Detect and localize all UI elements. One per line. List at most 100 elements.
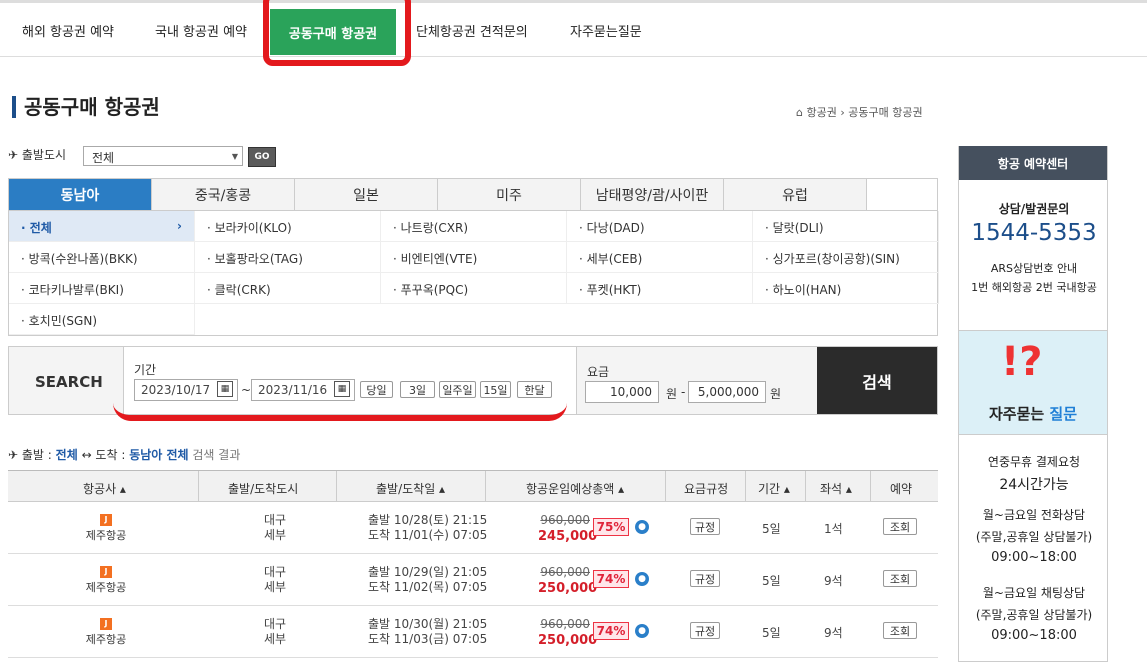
city-item[interactable]: · 비엔티엔(VTE) [381, 242, 567, 273]
breadcrumb-item[interactable]: 항공권 [806, 106, 836, 119]
rules-button[interactable]: 규정 [690, 622, 720, 639]
calendar-icon[interactable]: ▦ [334, 381, 350, 397]
airline-cell: J 제주항공 [80, 564, 132, 595]
col-fare[interactable]: 항공운임예상총액 ▴ [526, 480, 624, 497]
rules-button[interactable]: 규정 [690, 570, 720, 587]
col-seats[interactable]: 좌석 ▴ [820, 480, 852, 497]
nav-overseas[interactable]: 해외 항공권 예약 [22, 21, 114, 40]
payment-label: 연중무휴 결제요청 [987, 455, 1081, 469]
city-item[interactable]: · 하노이(HAN) [753, 273, 939, 304]
nav-faq[interactable]: 자주묻는질문 [570, 21, 642, 40]
period-3days-button[interactable]: 3일 [400, 381, 435, 398]
city-item[interactable]: · 푸꾸옥(PQC) [381, 273, 567, 304]
tab-south-pacific[interactable]: 남태평양/괌/사이판 [581, 179, 724, 210]
tab-europe[interactable]: 유럽 [724, 179, 867, 210]
chat-consult-note: (주말,공휴일 상담불가) [975, 608, 1093, 622]
faq-banner[interactable]: !? 자주묻는 질문 [959, 330, 1107, 435]
book-button[interactable]: 조회 [883, 570, 917, 587]
seats-cell: 1석 [824, 522, 843, 536]
fare-min-input[interactable]: 10,000 [585, 381, 659, 403]
airline-cell: J 제주항공 [80, 512, 132, 543]
discount-fare: 250,000 [538, 633, 598, 648]
period-week-button[interactable]: 일주일 [439, 381, 476, 398]
search-icon[interactable]: ● [635, 520, 649, 534]
top-nav: 해외 항공권 예약 국내 항공권 예약 공동구매 항공권 단체항공권 견적문의 … [0, 0, 1147, 57]
col-airline[interactable]: 항공사 ▴ [83, 480, 126, 497]
book-button[interactable]: 조회 [883, 622, 917, 639]
departure-select[interactable]: 전체 ▼ [83, 146, 243, 166]
city-item[interactable]: · 호치민(SGN) [9, 304, 195, 335]
col-period[interactable]: 기간 ▴ [758, 480, 790, 497]
tab-japan[interactable]: 일본 [295, 179, 438, 210]
dep-datetime: 출발 10/29(일) 21:05 [368, 565, 488, 579]
search-icon[interactable]: ● [635, 572, 649, 586]
discount-badge: 74% [593, 622, 629, 640]
city-item[interactable]: · 싱가포르(창이공항)(SIN) [753, 242, 939, 273]
city-cell: 대구 세부 [264, 617, 286, 647]
breadcrumb-item[interactable]: 공동구매 항공권 [848, 106, 922, 119]
city-item[interactable]: · 세부(CEB) [567, 242, 753, 273]
column-divider [870, 471, 871, 502]
airline-name: 제주항공 [85, 633, 127, 646]
ars-detail: 1번 해외항공 2번 국내항공 [971, 281, 1097, 294]
red-highlight-mark [263, 0, 411, 66]
period-month-button[interactable]: 한달 [517, 381, 552, 398]
col-booking: 예약 [890, 482, 913, 496]
nav-domestic[interactable]: 국내 항공권 예약 [155, 21, 247, 40]
arr-city: 세부 [264, 528, 287, 542]
won-label: 원 [666, 387, 678, 401]
city-item[interactable]: · 나트랑(CXR) [381, 211, 567, 242]
tab-china-hongkong[interactable]: 중국/홍콩 [152, 179, 295, 210]
calendar-icon[interactable]: ▦ [217, 381, 233, 397]
departure-value: 전체 [92, 151, 115, 165]
phone-number[interactable]: 1544-5353 [959, 220, 1109, 246]
period-15days-button[interactable]: 15일 [480, 381, 511, 398]
airline-name: 제주항공 [85, 529, 127, 542]
side-panel-title: 항공 예약센터 [959, 146, 1107, 180]
col-dates[interactable]: 출발/도착일 ▴ [376, 480, 445, 497]
table-row: J 제주항공 대구 세부 출발 10/28(토) 21:15 도착 11/01(수) … [8, 502, 938, 554]
question-mark-icon: !? [1001, 339, 1043, 385]
faq-suffix: 질문 [1049, 405, 1078, 423]
go-button[interactable]: GO [248, 147, 276, 167]
city-item[interactable]: · 보홀팡라오(TAG) [195, 242, 381, 273]
book-button[interactable]: 조회 [883, 518, 917, 535]
chevron-down-icon: ▼ [231, 152, 238, 161]
date-tilde: ~ [241, 383, 252, 397]
tab-america[interactable]: 미주 [438, 179, 581, 210]
period-today-button[interactable]: 당일 [360, 381, 393, 398]
jeju-air-logo-icon: J [100, 514, 112, 526]
original-fare: 960,000 [540, 513, 590, 527]
days-cell: 5일 [762, 522, 781, 536]
fare-max-input[interactable]: 5,000,000 [688, 381, 766, 403]
city-item[interactable]: · 달랏(DLI) [753, 211, 939, 242]
home-icon[interactable]: ⌂ [796, 106, 803, 119]
search-icon[interactable]: ● [635, 624, 649, 638]
city-item[interactable]: · 다낭(DAD) [567, 211, 753, 242]
table-row: J 제주항공 대구 세부 출발 10/29(일) 21:05 도착 11/02(목) … [8, 554, 938, 606]
city-item[interactable]: · 보라카이(KLO) [195, 211, 381, 242]
city-item[interactable]: · 클락(CRK) [195, 273, 381, 304]
discount-badge: 75% [593, 518, 629, 536]
city-item[interactable]: · 코타키나발루(BKI) [9, 273, 195, 304]
seats-cell: 9석 [824, 626, 843, 640]
date-cell: 출발 10/29(일) 21:05 도착 11/02(목) 07:05 [368, 565, 487, 595]
search-button[interactable]: 검색 [817, 347, 937, 414]
city-item[interactable]: · 방콕(수완나폼)(BKK) [9, 242, 195, 273]
nav-group-quote[interactable]: 단체항공권 견적문의 [416, 21, 528, 40]
faq-prefix: 자주묻는 [988, 405, 1050, 423]
dep-datetime: 출발 10/28(토) 21:15 [368, 513, 488, 527]
reservation-center-panel: 항공 예약센터 상담/발권문의 1544-5353 ARS상담번호 안내 1번 … [958, 146, 1108, 662]
city-item[interactable]: · 푸켓(HKT) [567, 273, 753, 304]
summary-departure: 전체 [55, 448, 78, 462]
period-label: 기간 [134, 363, 157, 377]
consult-label: 상담/발권문의 [998, 202, 1070, 216]
airline-name: 제주항공 [85, 581, 127, 594]
city-item-all[interactable]: · 전체 › [9, 211, 195, 242]
rules-button[interactable]: 규정 [690, 518, 720, 535]
departure-label: 출발도시 [21, 148, 67, 162]
dep-city: 대구 [264, 565, 287, 579]
summary-prefix: 출발 : [21, 448, 56, 462]
tab-southeast-asia[interactable]: 동남아 [9, 179, 152, 210]
breadcrumb: ⌂ 항공권 › 공동구매 항공권 [796, 104, 923, 120]
